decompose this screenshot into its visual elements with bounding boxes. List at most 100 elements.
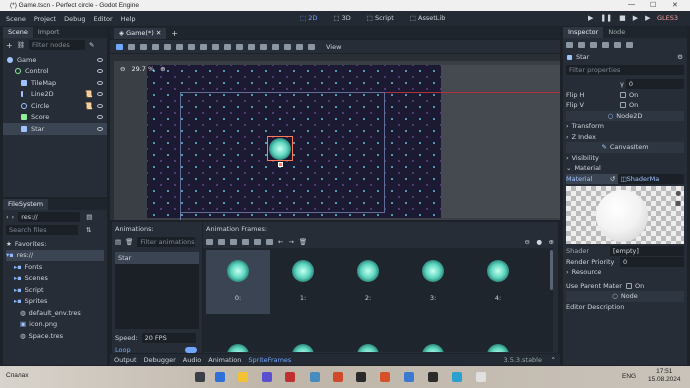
material-resource-picker[interactable]: ◫ShaderMa bbox=[618, 173, 684, 184]
frame-2[interactable]: 2: bbox=[336, 250, 400, 314]
tree-node-line2d[interactable]: Line2D 📜 bbox=[3, 89, 107, 101]
taskbar-app-icon[interactable] bbox=[215, 372, 225, 382]
tree-node-game[interactable]: Game bbox=[3, 54, 107, 66]
zoom-in-icon[interactable]: ⊕ bbox=[160, 65, 165, 73]
skeleton-icon[interactable] bbox=[296, 43, 303, 50]
minimize-icon[interactable]: — bbox=[628, 1, 635, 8]
tab-import[interactable]: Import bbox=[33, 27, 65, 38]
workspace-2d[interactable]: ⬚ 2D bbox=[300, 14, 325, 22]
visibility-eye-icon[interactable] bbox=[97, 92, 103, 97]
tab-scene[interactable]: Scene bbox=[3, 27, 33, 38]
checkbox-use-parent[interactable] bbox=[626, 282, 632, 289]
render-priority-value[interactable]: 0 bbox=[620, 256, 684, 267]
view-menu[interactable]: View bbox=[326, 43, 341, 51]
add-node-icon[interactable]: + bbox=[6, 41, 13, 50]
subsection-resource[interactable]: › Resource bbox=[566, 267, 684, 278]
pan-icon[interactable] bbox=[188, 43, 195, 50]
maximize-icon[interactable]: ☐ bbox=[650, 1, 656, 9]
tab-audio[interactable]: Audio bbox=[183, 356, 201, 364]
frame-row2-0[interactable] bbox=[206, 318, 270, 352]
move-right-icon[interactable]: → bbox=[288, 238, 293, 246]
new-resource-icon[interactable] bbox=[566, 41, 573, 48]
visibility-eye-icon[interactable] bbox=[97, 103, 103, 108]
visibility-eye-icon[interactable] bbox=[97, 80, 103, 85]
menu-debug[interactable]: Debug bbox=[64, 15, 85, 23]
file-item-script[interactable]: ▸▪ Script bbox=[6, 284, 104, 296]
section-node[interactable]: ○ Node bbox=[566, 291, 684, 302]
renderer-label[interactable]: GLES3 bbox=[657, 14, 678, 22]
file-search-input[interactable]: Search files bbox=[6, 224, 78, 235]
visibility-eye-icon[interactable] bbox=[97, 126, 103, 131]
checkbox-flip-h[interactable] bbox=[620, 91, 626, 98]
workspace-3d[interactable]: ⬚ 3D bbox=[333, 14, 358, 22]
animations-filter-input[interactable]: Filter animations bbox=[137, 237, 196, 247]
frame-4[interactable]: 4: bbox=[466, 250, 530, 314]
script-icon[interactable]: 📜 bbox=[85, 90, 93, 98]
scene-script-icon[interactable]: ✎ bbox=[89, 41, 94, 49]
subsection-material[interactable]: ⌄ Material bbox=[566, 163, 684, 174]
zoom-in-frames-icon[interactable]: ⊕ bbox=[549, 238, 554, 246]
subsection-zindex[interactable]: › Z Index bbox=[566, 132, 684, 143]
taskbar-folder-icon[interactable] bbox=[238, 372, 248, 382]
play-icon[interactable]: ▶ bbox=[588, 14, 593, 22]
script-icon[interactable]: 📜 bbox=[85, 102, 93, 110]
taskbar-godot-icon[interactable] bbox=[310, 372, 320, 382]
visibility-eye-icon[interactable] bbox=[97, 115, 103, 120]
unlock-icon[interactable] bbox=[260, 43, 267, 50]
tab-debugger[interactable]: Debugger bbox=[144, 356, 176, 364]
loop-toggle[interactable] bbox=[185, 347, 197, 353]
sort-icon[interactable]: ⇅ bbox=[86, 226, 91, 234]
taskbar-app-icon[interactable] bbox=[476, 372, 486, 382]
property-filter-input[interactable]: Filter properties bbox=[566, 65, 684, 75]
load-frame-icon[interactable] bbox=[206, 239, 213, 245]
taskbar-app-icon[interactable] bbox=[404, 372, 414, 382]
group-icon[interactable] bbox=[272, 43, 279, 50]
stop-icon[interactable]: ■ bbox=[619, 14, 626, 22]
menu-help[interactable]: Help bbox=[121, 15, 136, 23]
workspace-script[interactable]: ⬚ Script bbox=[367, 14, 402, 22]
menu-editor[interactable]: Editor bbox=[93, 15, 112, 23]
zoom-level[interactable]: 29.7 % bbox=[131, 65, 154, 73]
play-custom-icon[interactable]: ▶ bbox=[645, 14, 650, 22]
reset-icon[interactable]: ↺ bbox=[610, 175, 615, 183]
viewport[interactable]: ⊖ 29.7 % ⊕ bbox=[110, 54, 560, 220]
tab-animation[interactable]: Animation bbox=[208, 356, 241, 364]
zoom-reset-frames-icon[interactable]: ● bbox=[536, 238, 542, 246]
visibility-eye-icon[interactable] bbox=[97, 57, 103, 62]
history-back-icon[interactable] bbox=[602, 41, 609, 48]
frame-value[interactable]: 0 bbox=[625, 79, 684, 90]
frame-row2-1[interactable] bbox=[271, 318, 335, 352]
tree-node-control[interactable]: Control bbox=[3, 66, 107, 78]
zoom-out-frames-icon[interactable]: ⊖ bbox=[525, 238, 530, 246]
taskbar-app-icon[interactable] bbox=[262, 372, 272, 382]
history-forward-icon[interactable] bbox=[614, 41, 621, 48]
taskbar-app-icon[interactable] bbox=[452, 372, 462, 382]
load-resource-icon[interactable] bbox=[578, 41, 585, 48]
insert-after-icon[interactable] bbox=[266, 239, 273, 245]
pause-icon[interactable]: ❚❚ bbox=[600, 14, 612, 22]
save-resource-icon[interactable] bbox=[590, 41, 597, 48]
inspected-node-name[interactable]: Star bbox=[576, 53, 589, 61]
frame-0[interactable]: 0: bbox=[206, 250, 270, 314]
selected-star-sprite[interactable] bbox=[267, 136, 293, 161]
file-item-fonts[interactable]: ▸▪ Fonts bbox=[6, 261, 104, 273]
move-mode-icon[interactable] bbox=[128, 43, 135, 50]
visibility-eye-icon[interactable] bbox=[97, 69, 103, 74]
ruler-icon[interactable] bbox=[200, 43, 207, 50]
close-icon[interactable]: ✕ bbox=[672, 1, 678, 9]
shader-value[interactable]: [empty] bbox=[610, 246, 684, 257]
tab-spriteframes[interactable]: SpriteFrames bbox=[248, 356, 291, 364]
tab-node[interactable]: Node bbox=[603, 27, 630, 38]
scene-filter-input[interactable]: Filter nodes bbox=[28, 40, 85, 50]
delete-frame-icon[interactable]: 🗑 bbox=[299, 238, 307, 246]
snap-options-icon[interactable] bbox=[236, 43, 243, 50]
tree-node-circle[interactable]: Circle 📜 bbox=[3, 100, 107, 112]
smart-snap-icon[interactable] bbox=[212, 43, 219, 50]
ungroup-icon[interactable] bbox=[284, 43, 291, 50]
frame-1[interactable]: 1: bbox=[271, 250, 335, 314]
taskbar-app-icon[interactable] bbox=[380, 372, 390, 382]
tab-filesystem[interactable]: FileSystem bbox=[3, 199, 49, 210]
frame-row2-3[interactable] bbox=[401, 318, 465, 352]
menu-scene[interactable]: Scene bbox=[6, 15, 26, 23]
tab-game-scene[interactable]: ◈ Game(*) ✕ bbox=[114, 27, 167, 39]
